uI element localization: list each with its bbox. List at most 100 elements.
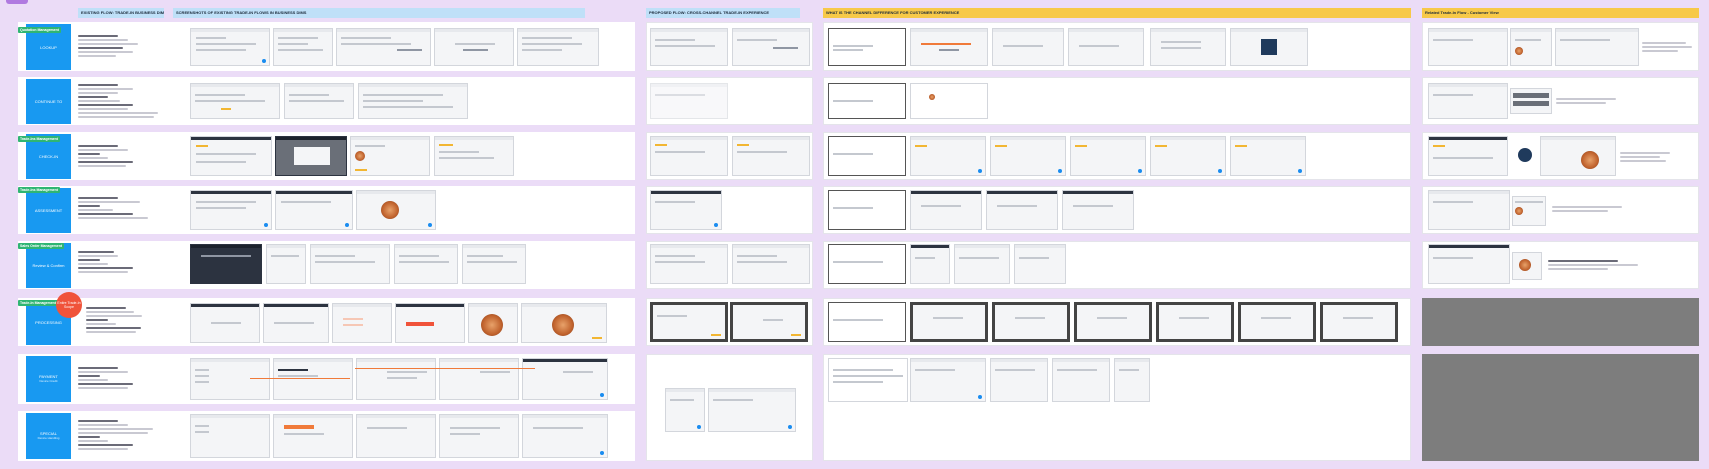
difference-screenshot[interactable] [828, 190, 906, 230]
proposed-screenshot[interactable] [650, 83, 728, 119]
proposed-screenshot[interactable] [650, 136, 728, 176]
stage-card-assessment[interactable]: ASSESSMENT [26, 188, 71, 233]
screenshot-thumbnail[interactable] [273, 28, 333, 66]
customer-screenshot[interactable] [1518, 148, 1532, 162]
difference-screenshot[interactable] [1238, 302, 1316, 342]
customer-placeholder-block-1 [1422, 298, 1699, 346]
screenshot-thumbnail[interactable] [266, 244, 306, 284]
difference-screenshot[interactable] [1068, 28, 1144, 66]
customer-screenshot[interactable] [1512, 196, 1546, 226]
difference-screenshot[interactable] [1156, 302, 1234, 342]
difference-screenshot[interactable] [828, 302, 906, 342]
difference-screenshot[interactable] [986, 190, 1058, 230]
customer-screenshot[interactable] [1510, 28, 1552, 66]
screenshot-thumbnail[interactable] [517, 28, 599, 66]
difference-screenshot[interactable] [910, 244, 950, 284]
screenshot-thumbnail[interactable] [273, 358, 353, 400]
proposed-screenshot[interactable] [650, 244, 728, 284]
screenshot-thumbnail[interactable] [190, 190, 272, 230]
proposed-screenshot[interactable] [732, 136, 810, 176]
screenshot-thumbnail[interactable] [336, 28, 431, 66]
proposed-screenshot[interactable] [732, 28, 810, 66]
proposed-screenshot[interactable] [730, 302, 808, 342]
proposed-screenshot[interactable] [732, 244, 810, 284]
proposed-screenshot[interactable] [708, 388, 796, 432]
customer-screenshot[interactable] [1428, 83, 1508, 119]
difference-screenshot[interactable] [910, 190, 982, 230]
screenshot-thumbnail[interactable] [190, 303, 260, 343]
customer-screenshot[interactable] [1428, 136, 1508, 176]
difference-screenshot[interactable] [954, 244, 1010, 284]
screenshot-thumbnail[interactable] [394, 244, 458, 284]
difference-screenshot[interactable] [1070, 136, 1146, 176]
screenshot-thumbnail[interactable] [263, 303, 329, 343]
screenshot-thumbnail[interactable] [356, 190, 436, 230]
stage-card-continue[interactable]: CONTINUE TO [26, 79, 71, 124]
difference-screenshot[interactable] [1062, 190, 1134, 230]
screenshot-thumbnail[interactable] [521, 303, 607, 343]
stage-card-payment[interactable]: PAYMENT Device Credit [26, 356, 71, 402]
difference-screenshot[interactable] [1014, 244, 1066, 284]
proposed-screenshot[interactable] [665, 388, 705, 432]
proposed-screenshot[interactable] [650, 302, 728, 342]
difference-screenshot[interactable] [990, 136, 1066, 176]
difference-screenshot[interactable] [910, 358, 986, 402]
difference-screenshot[interactable] [910, 302, 988, 342]
difference-screenshot[interactable] [910, 28, 988, 66]
difference-screenshot[interactable] [1114, 358, 1150, 402]
screenshot-thumbnail[interactable] [284, 83, 354, 119]
customer-screenshot[interactable] [1428, 244, 1510, 284]
screenshot-thumbnail[interactable] [395, 303, 465, 343]
difference-screenshot[interactable] [992, 302, 1070, 342]
screenshot-thumbnail[interactable] [190, 244, 262, 284]
screenshot-thumbnail[interactable] [522, 358, 608, 400]
proposed-screenshot[interactable] [650, 28, 728, 66]
difference-screenshot[interactable] [1150, 136, 1226, 176]
difference-screenshot[interactable] [992, 28, 1064, 66]
screenshot-thumbnail[interactable] [310, 244, 390, 284]
difference-screenshot[interactable] [1320, 302, 1398, 342]
difference-screenshot[interactable] [1230, 28, 1308, 66]
customer-screenshot[interactable] [1510, 88, 1552, 114]
screenshot-thumbnail[interactable] [190, 83, 280, 119]
screenshot-thumbnail[interactable] [190, 414, 270, 458]
stage-card-special[interactable]: SPECIAL Device Handling [26, 413, 71, 459]
customer-screenshot[interactable] [1428, 28, 1508, 66]
screenshot-thumbnail[interactable] [522, 414, 608, 458]
screenshot-thumbnail[interactable] [462, 244, 526, 284]
screenshot-thumbnail[interactable] [273, 414, 353, 458]
screenshot-thumbnail[interactable] [468, 303, 518, 343]
screenshot-thumbnail[interactable] [275, 190, 353, 230]
difference-screenshot[interactable] [990, 358, 1048, 402]
difference-screenshot[interactable] [828, 28, 906, 66]
customer-screenshot[interactable] [1428, 190, 1510, 230]
screenshot-thumbnail[interactable] [332, 303, 392, 343]
stage-card-review[interactable]: Review & Confirm [26, 243, 71, 288]
difference-screenshot[interactable] [1052, 358, 1110, 402]
screenshot-thumbnail[interactable] [190, 28, 270, 66]
difference-screenshot[interactable] [828, 136, 906, 176]
screenshot-thumbnail[interactable] [190, 358, 270, 400]
screenshot-thumbnail[interactable] [350, 136, 430, 176]
proposed-screenshot[interactable] [650, 190, 722, 230]
difference-screenshot[interactable] [828, 244, 906, 284]
difference-screenshot[interactable] [1074, 302, 1152, 342]
customer-screenshot[interactable] [1540, 136, 1616, 176]
screenshot-thumbnail[interactable] [356, 414, 436, 458]
difference-screenshot[interactable] [910, 136, 986, 176]
screenshot-thumbnail[interactable] [356, 358, 436, 400]
screenshot-thumbnail[interactable] [434, 136, 514, 176]
difference-screenshot[interactable] [1150, 28, 1226, 66]
screenshot-thumbnail[interactable] [439, 358, 519, 400]
difference-screenshot[interactable] [910, 83, 988, 119]
screenshot-thumbnail[interactable] [190, 136, 272, 176]
difference-screenshot[interactable] [1230, 136, 1306, 176]
difference-screenshot[interactable] [828, 358, 908, 402]
difference-screenshot[interactable] [828, 83, 906, 119]
screenshot-thumbnail[interactable] [358, 83, 468, 119]
screenshot-thumbnail[interactable] [434, 28, 514, 66]
customer-screenshot[interactable] [1512, 252, 1542, 280]
screenshot-thumbnail[interactable] [439, 414, 519, 458]
customer-screenshot[interactable] [1555, 28, 1639, 66]
screenshot-thumbnail[interactable] [275, 136, 347, 176]
